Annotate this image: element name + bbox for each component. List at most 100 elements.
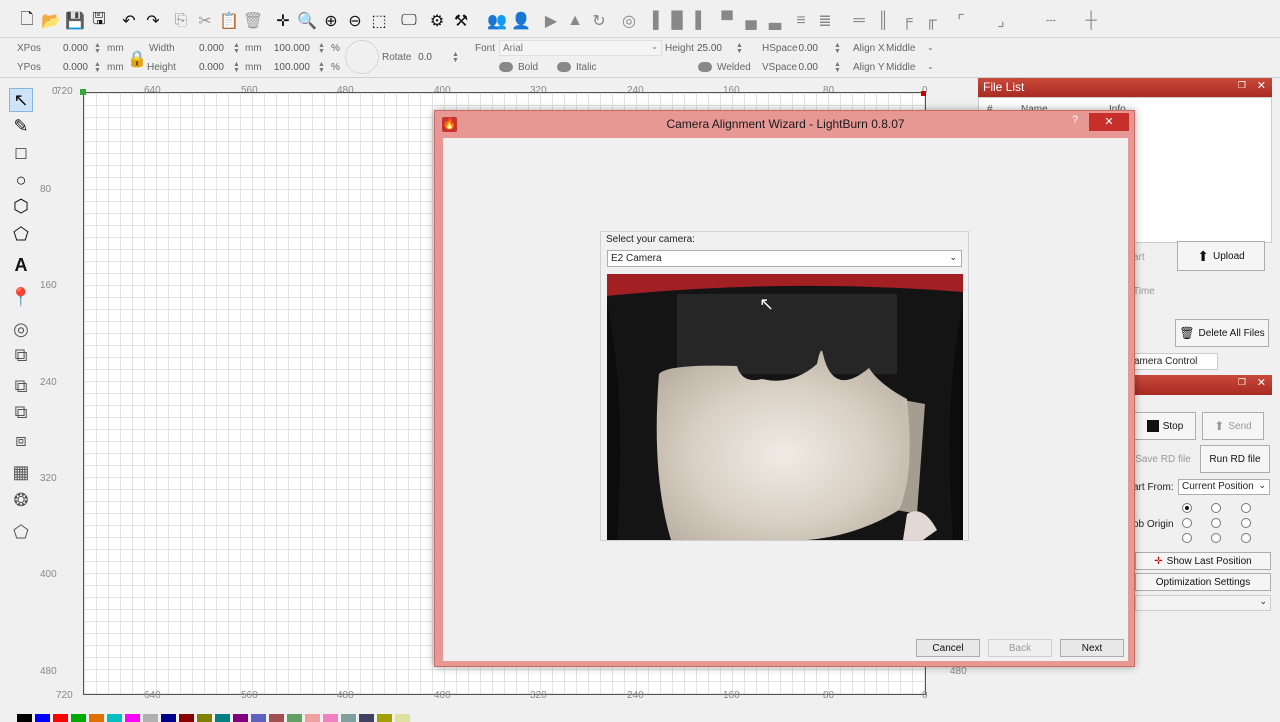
dashed-line-icon[interactable]: ┄ [1040,10,1062,32]
align-top-icon[interactable]: ▀ [716,10,738,32]
color-swatch-8[interactable] [161,714,176,722]
camera-select[interactable]: E2 Camera ⌄ [607,250,962,267]
upload-button[interactable]: ⬆ Upload [1177,241,1265,271]
close-icon[interactable]: ✕ [1257,376,1266,389]
cancel-button[interactable]: Cancel [916,639,980,657]
weld-icon[interactable]: ⧈ [9,428,33,452]
color-swatch-3[interactable] [71,714,86,722]
color-swatch-18[interactable] [341,714,356,722]
grid-array-icon[interactable]: ▦ [9,460,33,484]
color-swatch-19[interactable] [359,714,374,722]
color-swatch-9[interactable] [179,714,194,722]
zoom-icon[interactable]: 🔍 [296,10,318,32]
boolean-union-icon[interactable]: ⧉ [9,343,33,367]
scale-y-field[interactable]: 100.000 [266,62,310,73]
target-icon[interactable]: ◎ [618,10,640,32]
origin-radio-bc[interactable] [1211,533,1221,543]
spin-icon[interactable]: ▲ ▼ [318,61,325,74]
color-swatch-4[interactable] [89,714,104,722]
delete-icon[interactable]: 🗑 [242,10,264,32]
copy-icon[interactable]: ⎘ [170,10,192,32]
xpos-field[interactable]: 0.000 [46,43,88,54]
spin-icon[interactable]: ▲ ▼ [736,42,743,55]
dialog-close-button[interactable]: ✕ [1089,113,1129,131]
space-h-icon[interactable]: ═ [848,10,870,32]
font-height-field[interactable]: 25.00 [692,43,722,54]
color-swatch-6[interactable] [125,714,140,722]
origin-radio-br[interactable] [1241,533,1251,543]
boolean-diff-icon[interactable]: ⧉ [9,374,33,398]
group-icon[interactable]: 👥 [486,10,508,32]
redo-icon[interactable]: ↷ [142,10,164,32]
color-swatch-12[interactable] [233,714,248,722]
rotate-icon[interactable]: ↻ [588,10,610,32]
anchor-grid-icon[interactable] [345,40,379,74]
pentagon-icon[interactable]: ⬠ [9,222,33,246]
next-button[interactable]: Next [1060,639,1124,657]
new-file-icon[interactable]: 🗋 [16,10,38,32]
settings-icon[interactable]: ⚙ [426,10,448,32]
rectangle-icon[interactable]: □ [9,141,33,165]
align-center-icon[interactable]: █ [666,10,688,32]
ypos-field[interactable]: 0.000 [46,62,88,73]
spin-icon[interactable]: ▲ ▼ [452,51,459,64]
cut-icon[interactable]: ✂ [194,10,216,32]
distribute-v-icon[interactable]: ≣ [814,10,836,32]
color-swatch-14[interactable] [269,714,284,722]
aligny-select[interactable]: Middle [886,62,915,73]
save-rd-button[interactable]: Save RD file [1130,445,1196,473]
spin-icon[interactable]: ▲ ▼ [94,61,101,74]
align-right-icon[interactable]: ▌ [690,10,712,32]
corner-icon[interactable]: ⌜ [950,10,972,32]
color-swatch-2[interactable] [53,714,68,722]
bold-toggle[interactable] [499,62,513,72]
color-swatch-13[interactable] [251,714,266,722]
scale-x-field[interactable]: 100.000 [266,43,310,54]
back-button[interactable]: Back [988,639,1052,657]
zoom-frame-icon[interactable]: ⬚ [368,10,390,32]
color-swatch-17[interactable] [323,714,338,722]
width-field[interactable]: 0.000 [182,43,224,54]
position-pin-icon[interactable]: 📍 [9,285,33,309]
origin-radio-tc[interactable] [1211,503,1221,513]
path-icon[interactable]: ⬠ [9,520,33,544]
color-swatch-21[interactable] [395,714,410,722]
circular-array-icon[interactable]: ❂ [9,488,33,512]
delete-all-files-button[interactable]: 🗑 Delete All Files [1175,319,1269,347]
align-bottom-icon[interactable]: ▃ [764,10,786,32]
stop-button[interactable]: Stop [1134,412,1196,440]
space2-icon[interactable]: ╓ [920,10,942,32]
boolean-intersect-icon[interactable]: ⧉ [9,400,33,424]
mirror-v-icon[interactable]: ▲ [564,10,586,32]
spin-icon[interactable]: ▲ ▼ [233,42,240,55]
color-swatch-1[interactable] [35,714,50,722]
origin-radio-mr[interactable] [1241,518,1251,528]
corner2-icon[interactable]: ⌟ [990,10,1012,32]
hspace-field[interactable]: 0.00 [792,43,818,54]
color-swatch-20[interactable] [377,714,392,722]
pen-icon[interactable]: ✎ [9,114,33,138]
tab-camera-control[interactable]: amera Control [1130,353,1218,370]
polygon-icon[interactable]: ⬡ [9,194,33,218]
monitor-icon[interactable]: 🖵 [398,10,420,32]
send-button[interactable]: ⬆ Send [1202,412,1264,440]
undo-icon[interactable]: ↶ [118,10,140,32]
spin-icon[interactable]: ▲ ▼ [318,42,325,55]
spin-icon[interactable]: ▲ ▼ [94,42,101,55]
origin-radio-ml[interactable] [1182,518,1192,528]
float-icon[interactable]: ❐ [1238,80,1246,91]
device-select[interactable]: ⌄ [1135,595,1271,611]
color-swatch-0[interactable] [17,714,32,722]
offset-icon[interactable]: ◎ [9,317,33,341]
select-pointer-icon[interactable]: ↖ [9,88,33,112]
ellipse-icon[interactable]: ○ [9,168,33,192]
origin-radio-mc[interactable] [1211,518,1221,528]
float-icon[interactable]: ❐ [1238,377,1246,388]
move-icon[interactable]: ✛ [272,10,294,32]
spin-icon[interactable]: ▲ ▼ [233,61,240,74]
height-field[interactable]: 0.000 [182,62,224,73]
alignx-select[interactable]: Middle [886,43,915,54]
lock-icon[interactable]: 🔒 [127,49,147,69]
color-swatch-10[interactable] [197,714,212,722]
zoom-out-icon[interactable]: ⊖ [344,10,366,32]
